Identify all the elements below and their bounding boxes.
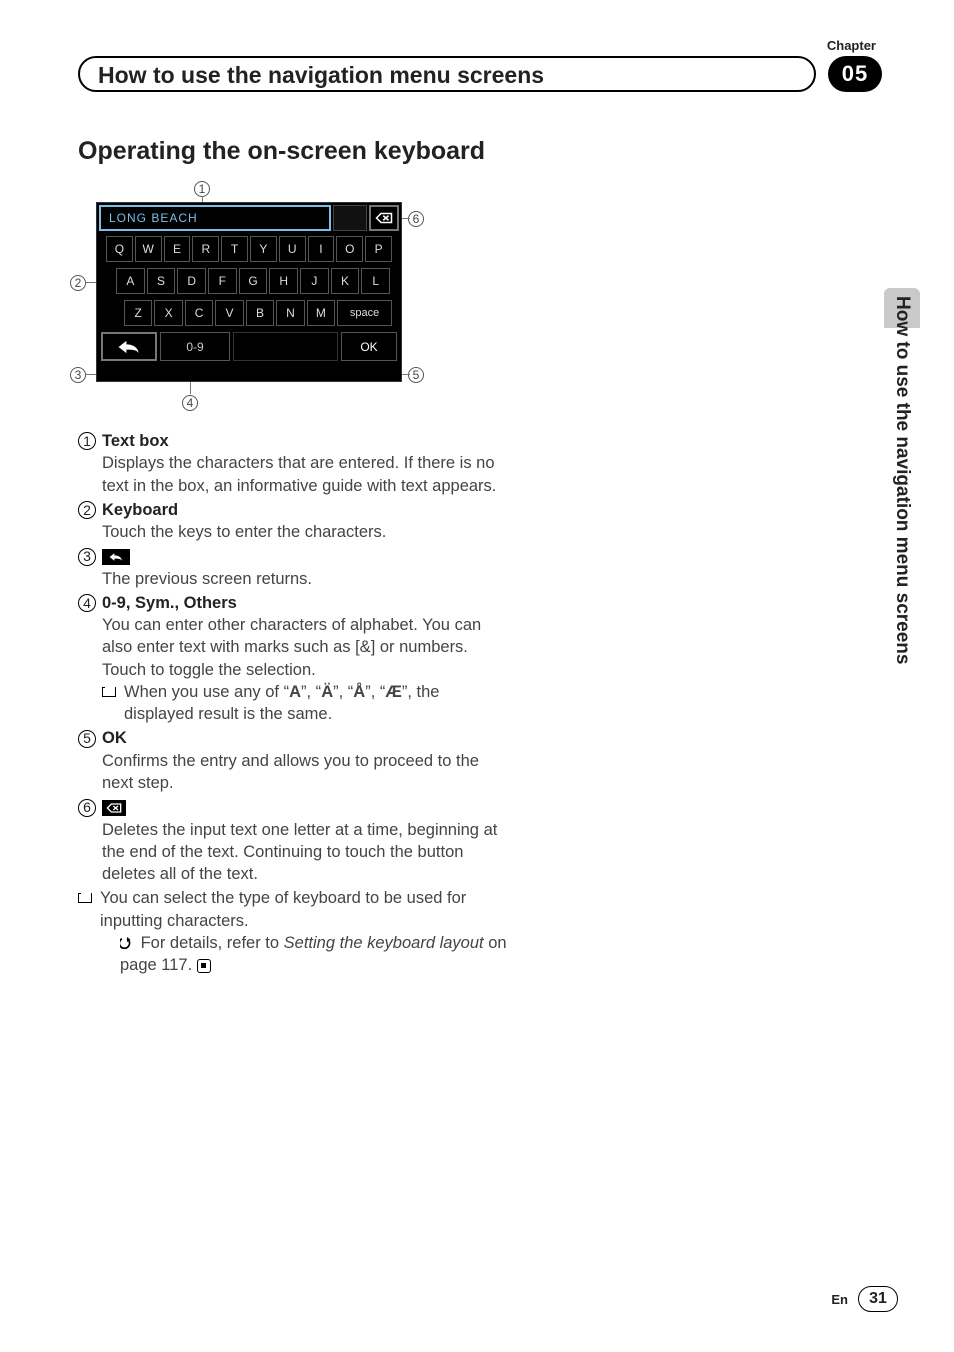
- key-s[interactable]: S: [147, 268, 176, 294]
- def-2-num: 2: [78, 501, 96, 519]
- language-code: En: [831, 1292, 848, 1307]
- main-content: Operating the on-screen keyboard 1 2 3 4…: [78, 136, 508, 976]
- def-4-note: When you use any of “A”, “Ä”, “Å”, “Æ”, …: [102, 681, 508, 726]
- key-w[interactable]: W: [135, 236, 162, 262]
- def-6-desc: Deletes the input text one letter at a t…: [102, 819, 508, 886]
- def-5-title: OK: [102, 729, 127, 747]
- page-footer: En 31: [831, 1286, 898, 1312]
- def-6-num: 6: [78, 799, 96, 817]
- key-g[interactable]: G: [239, 268, 268, 294]
- callout-3: 3: [70, 367, 86, 383]
- delete-icon-inline: [102, 800, 126, 816]
- reference-arrow-icon: [120, 932, 136, 954]
- key-r[interactable]: R: [192, 236, 219, 262]
- key-i[interactable]: I: [308, 236, 335, 262]
- def-4-num: 4: [78, 594, 96, 612]
- note-box-icon: [102, 687, 116, 697]
- key-n[interactable]: N: [276, 300, 304, 326]
- key-o[interactable]: O: [336, 236, 363, 262]
- def-1: 1 Text box Displays the characters that …: [78, 430, 508, 497]
- keyboard-bottom-row: 0-9 OK: [97, 329, 401, 365]
- key-y[interactable]: Y: [250, 236, 277, 262]
- key-a[interactable]: A: [116, 268, 145, 294]
- key-t[interactable]: T: [221, 236, 248, 262]
- callout-2: 2: [70, 275, 86, 291]
- tail-ref: For details, refer to Setting the keyboa…: [100, 932, 508, 977]
- header-title: How to use the navigation menu screens: [98, 62, 544, 88]
- key-k[interactable]: K: [331, 268, 360, 294]
- section-heading: Operating the on-screen keyboard: [78, 136, 508, 166]
- chapter-number-badge: 05: [828, 56, 882, 92]
- callout-4-tick: [190, 380, 191, 394]
- key-p[interactable]: P: [365, 236, 392, 262]
- side-tab-text: How to use the navigation menu screens: [884, 296, 920, 816]
- page-header: Chapter How to use the navigation menu s…: [78, 56, 878, 92]
- def-2-title: Keyboard: [102, 501, 178, 519]
- callout-4: 4: [182, 395, 198, 411]
- mode-toggle-button[interactable]: 0-9: [160, 332, 230, 361]
- key-z[interactable]: Z: [124, 300, 152, 326]
- header-pill: How to use the navigation menu screens: [78, 56, 816, 92]
- definitions-list: 1 Text box Displays the characters that …: [78, 430, 508, 976]
- ok-button[interactable]: OK: [341, 332, 397, 361]
- delete-button[interactable]: [369, 205, 399, 231]
- back-icon: [116, 338, 142, 356]
- back-icon-inline: [102, 549, 130, 565]
- key-b[interactable]: B: [246, 300, 274, 326]
- def-3-desc: The previous screen returns.: [102, 568, 508, 590]
- key-f[interactable]: F: [208, 268, 237, 294]
- callout-6: 6: [408, 211, 424, 227]
- key-d[interactable]: D: [177, 268, 206, 294]
- callout-5: 5: [408, 367, 424, 383]
- key-m[interactable]: M: [307, 300, 335, 326]
- chapter-label: Chapter: [827, 38, 876, 53]
- section-end-icon: [197, 959, 211, 973]
- keyboard-shell: LONG BEACH Q W E R T Y U I O P A S: [96, 202, 402, 382]
- def-3: 3 The previous screen returns.: [78, 545, 508, 590]
- key-space[interactable]: space: [337, 300, 392, 326]
- key-u[interactable]: U: [279, 236, 306, 262]
- key-j[interactable]: J: [300, 268, 329, 294]
- key-x[interactable]: X: [154, 300, 182, 326]
- blank-button[interactable]: [233, 332, 338, 361]
- def-3-num: 3: [78, 548, 96, 566]
- page-number: 31: [858, 1286, 898, 1312]
- def-2: 2 Keyboard Touch the keys to enter the c…: [78, 499, 508, 544]
- def-4-note-text: When you use any of “A”, “Ä”, “Å”, “Æ”, …: [124, 681, 508, 726]
- tail-line1: You can select the type of keyboard to b…: [100, 889, 466, 929]
- def-5-desc: Confirms the entry and allows you to pro…: [102, 750, 508, 795]
- keyboard-topbar: LONG BEACH: [97, 203, 401, 233]
- key-q[interactable]: Q: [106, 236, 133, 262]
- key-v[interactable]: V: [215, 300, 243, 326]
- delete-icon: [375, 211, 393, 225]
- side-tab: How to use the navigation menu screens: [884, 288, 920, 828]
- tail-note: You can select the type of keyboard to b…: [78, 887, 508, 976]
- def-5: 5 OK Confirms the entry and allows you t…: [78, 727, 508, 794]
- def-4-desc1: You can enter other characters of alphab…: [102, 614, 508, 659]
- key-l[interactable]: L: [361, 268, 390, 294]
- def-1-desc: Displays the characters that are entered…: [102, 452, 508, 497]
- callout-1: 1: [194, 181, 210, 197]
- keyboard-row-1: Q W E R T Y U I O P: [97, 233, 401, 265]
- text-box-value: LONG BEACH: [109, 211, 198, 225]
- def-1-title: Text box: [102, 432, 169, 450]
- def-2-desc: Touch the keys to enter the characters.: [102, 521, 508, 543]
- def-1-num: 1: [78, 432, 96, 450]
- keyboard-row-3: Z X C V B N M space: [97, 297, 401, 329]
- def-4: 4 0-9, Sym., Others You can enter other …: [78, 592, 508, 726]
- key-c[interactable]: C: [185, 300, 213, 326]
- chapter-number: 05: [842, 61, 868, 87]
- keyboard-figure: 1 2 3 4 5 6 LONG BEACH Q W E R T: [74, 180, 440, 420]
- def-4-desc2: Touch to toggle the selection.: [102, 659, 508, 681]
- def-6: 6 Deletes the input text one letter at a…: [78, 796, 508, 885]
- text-box[interactable]: LONG BEACH: [99, 205, 331, 231]
- keyboard-row-2: A S D F G H J K L: [97, 265, 401, 297]
- key-e[interactable]: E: [164, 236, 191, 262]
- def-5-num: 5: [78, 730, 96, 748]
- note-box-icon: [78, 893, 92, 903]
- candidate-button[interactable]: [333, 205, 367, 231]
- back-button[interactable]: [101, 332, 157, 361]
- def-4-title: 0-9, Sym., Others: [102, 594, 237, 612]
- key-h[interactable]: H: [269, 268, 298, 294]
